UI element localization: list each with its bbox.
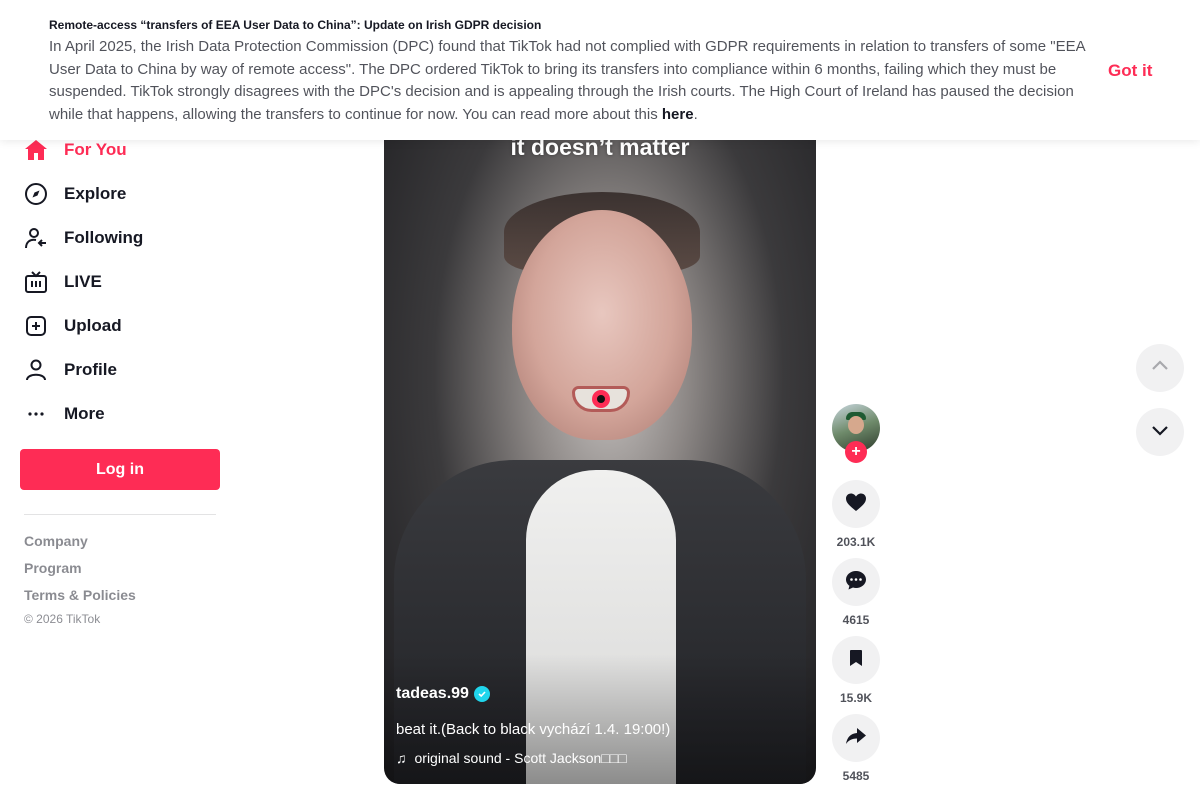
banner-here-link[interactable]: here <box>662 106 694 123</box>
bookmark-icon <box>846 648 866 673</box>
sidebar-divider <box>24 514 216 515</box>
previous-video-button[interactable] <box>1136 344 1184 392</box>
video-player[interactable]: it doesn’t matter tadeas.99 beat it.(Bac… <box>384 100 816 784</box>
sidebar-item-more[interactable]: More <box>24 399 105 429</box>
banner-body-end: . <box>693 105 698 123</box>
compass-icon <box>24 182 48 206</box>
video-description: beat it.(Back to black vychází 1.4. 19:0… <box>396 721 671 738</box>
video-author[interactable]: tadeas.99 <box>396 685 490 703</box>
more-icon <box>24 402 48 426</box>
copyright: © 2026 TikTok <box>24 612 101 626</box>
gdpr-banner: Remote-access “transfers of EEA User Dat… <box>0 0 1200 140</box>
comment-button[interactable] <box>832 558 880 606</box>
follow-plus-button[interactable]: + <box>845 441 867 463</box>
comment-icon <box>844 568 868 597</box>
sidebar-item-label: LIVE <box>64 272 102 291</box>
profile-icon <box>24 358 48 382</box>
sidebar-item-label: Profile <box>64 360 117 379</box>
sidebar-item-following[interactable]: Following <box>24 223 143 253</box>
got-it-button[interactable]: Got it <box>1108 61 1152 81</box>
login-button[interactable]: Log in <box>20 449 220 490</box>
share-count: 5485 <box>842 769 870 783</box>
next-video-button[interactable] <box>1136 408 1184 456</box>
comment-count: 4615 <box>842 613 870 627</box>
sidebar-item-label: Upload <box>64 316 122 335</box>
music-note-icon: ♫ <box>396 750 407 766</box>
chevron-up-icon <box>1150 356 1170 381</box>
video-music[interactable]: ♫ original sound - Scott Jackson□□□ <box>396 750 627 766</box>
footer-link-program[interactable]: Program <box>24 560 82 576</box>
live-icon <box>24 270 48 294</box>
banner-body: In April 2025, the Irish Data Protection… <box>49 36 1089 126</box>
save-count: 15.9K <box>839 691 873 705</box>
banner-title: Remote-access “transfers of EEA User Dat… <box>49 18 542 32</box>
sidebar-item-label: More <box>64 404 105 423</box>
sidebar-item-label: For You <box>64 140 127 159</box>
share-icon <box>844 724 868 753</box>
red-dot-marker <box>592 390 610 408</box>
upload-icon <box>24 314 48 338</box>
avatar-face <box>848 416 864 434</box>
footer-link-company[interactable]: Company <box>24 533 88 549</box>
footer-link-terms[interactable]: Terms & Policies <box>24 587 136 603</box>
heart-icon <box>844 490 868 519</box>
like-button[interactable] <box>832 480 880 528</box>
home-icon <box>24 138 48 162</box>
sidebar-item-label: Following <box>64 228 144 247</box>
sidebar-item-explore[interactable]: Explore <box>24 179 126 209</box>
like-count: 203.1K <box>836 535 876 549</box>
chevron-down-icon <box>1150 420 1170 445</box>
verified-badge-icon <box>473 686 490 702</box>
following-icon <box>24 226 48 250</box>
sidebar-item-label: Explore <box>64 184 127 203</box>
share-button[interactable] <box>832 714 880 762</box>
sidebar-item-live[interactable]: LIVE <box>24 267 102 297</box>
save-button[interactable] <box>832 636 880 684</box>
music-title[interactable]: original sound - Scott Jackson□□□ <box>415 750 627 766</box>
author-name[interactable]: tadeas.99 <box>396 685 469 703</box>
sidebar-item-profile[interactable]: Profile <box>24 355 117 385</box>
banner-body-text: In April 2025, the Irish Data Protection… <box>49 38 1085 123</box>
sidebar-item-upload[interactable]: Upload <box>24 311 122 341</box>
